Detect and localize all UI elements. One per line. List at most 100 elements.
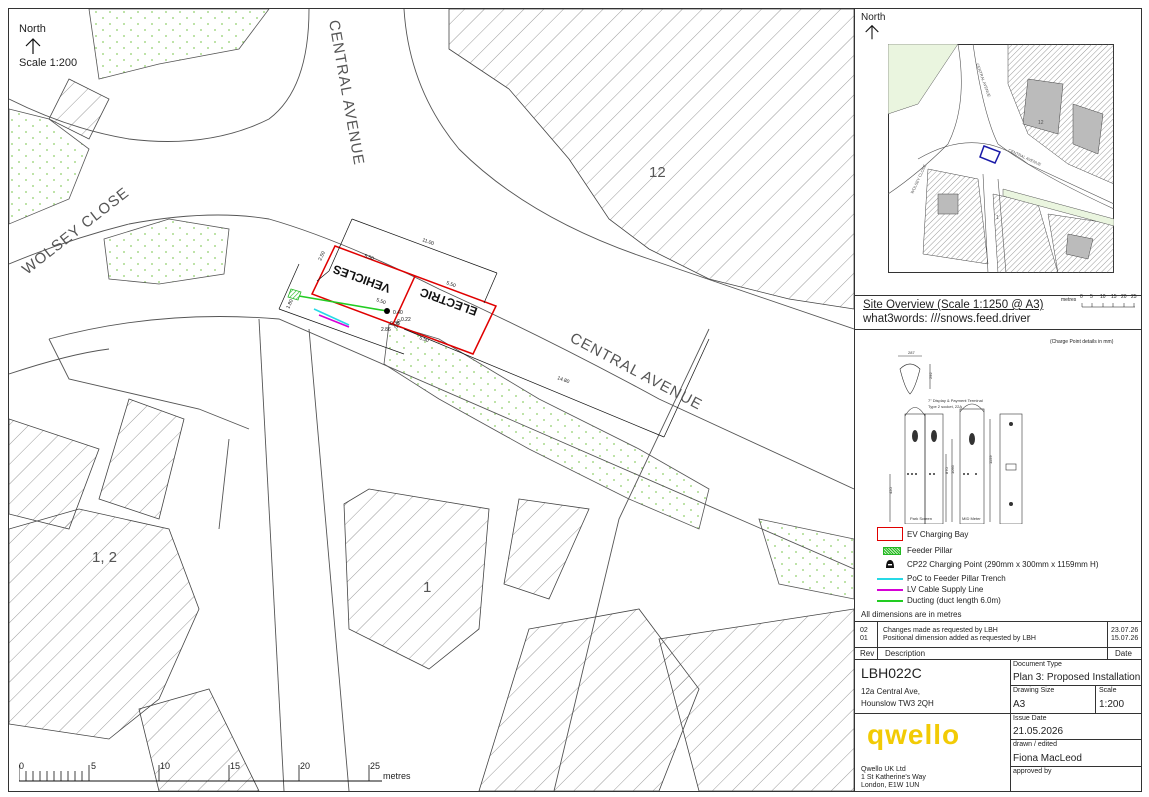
title-panel: North CENTRAL AVENUE CENTRAL AVENUE WOLS… — [854, 9, 1142, 791]
street-central-avenue-vertical: CENTRAL AVENUE — [325, 19, 367, 167]
svg-text:1095: 1095 — [950, 464, 955, 474]
legend-swatch-ducting — [877, 600, 903, 602]
site-address-line1: 12a Central Ave, — [861, 687, 921, 696]
site-plan-drawing: VEHICLES ELECTRIC 11.00 5.50 5.50 5.50 5… — [9, 9, 854, 791]
mini-scale-tick-15: 15 — [1111, 294, 1117, 300]
mini-scale-tick-0: 0 — [1080, 294, 1083, 300]
divider — [855, 621, 1141, 622]
overview-map: CENTRAL AVENUE CENTRAL AVENUE WOLSEY CLO… — [888, 44, 1114, 273]
svg-text:1: 1 — [996, 215, 999, 221]
rev-header-rev: Rev — [860, 649, 875, 658]
svg-text:292: 292 — [928, 372, 933, 379]
rev-header-description: Description — [885, 649, 926, 658]
rev-header-date: Date — [1115, 649, 1132, 658]
mini-scale-unit: metres — [1061, 297, 1077, 303]
site-address-line2: Hounslow TW3 2QH — [861, 699, 934, 708]
divider — [1010, 739, 1142, 740]
overview-north-arrow-icon — [865, 24, 879, 40]
scale-tick-15: 15 — [230, 761, 241, 771]
svg-text:5.50: 5.50 — [375, 297, 386, 306]
scale-label-title: Scale — [1099, 687, 1117, 694]
divider — [1095, 685, 1096, 713]
scale-tick-5: 5 — [91, 761, 97, 771]
legend-label-lv-cable: LV Cable Supply Line — [907, 585, 984, 594]
svg-text:0.35: 0.35 — [390, 321, 400, 327]
legend-label-ducting: Ducting (duct length 6.0m) — [907, 596, 1001, 605]
mini-scale-tick-25: 25 — [1131, 294, 1137, 300]
doc-type-value: Plan 3: Proposed Installation — [1013, 672, 1141, 683]
scale-bar — [19, 765, 382, 782]
street-central-avenue-diagonal: CENTRAL AVENUE — [567, 330, 705, 414]
what3words-label: what3words: ///snows.feed.driver — [863, 313, 1031, 325]
svg-text:0.40: 0.40 — [393, 310, 403, 316]
svg-text:2.86: 2.86 — [381, 327, 391, 333]
svg-text:12: 12 — [649, 164, 666, 181]
rev-number: 01 — [860, 635, 868, 642]
svg-text:287: 287 — [908, 350, 915, 355]
approved-label: approved by — [1013, 768, 1052, 775]
svg-text:14.80: 14.80 — [556, 375, 570, 385]
rev-number: 02 — [860, 627, 868, 634]
company-name: Qwello UK Ltd — [861, 766, 906, 773]
issue-date-value: 21.05.2026 — [1013, 726, 1064, 737]
drawing-size-label: Drawing Size — [1013, 687, 1055, 694]
divider — [1010, 659, 1011, 791]
svg-text:12: 12 — [1038, 120, 1044, 126]
divider — [1107, 621, 1108, 659]
rev-date: 23.07.26 — [1111, 627, 1139, 634]
rev-date: 15.07.26 — [1111, 635, 1139, 642]
legend-swatch-feeder-pillar — [883, 547, 901, 555]
issue-date-label: Issue Date — [1013, 715, 1047, 722]
scale-tick-0: 0 — [19, 761, 25, 771]
charger-detail-drawing: 287 292 870 420 1095 1159 7" Display & P… — [888, 350, 1023, 524]
divider — [855, 713, 1010, 714]
poc-trench-line — [313, 308, 350, 326]
divider — [855, 329, 1141, 330]
mini-scale-tick-20: 20 — [1121, 294, 1127, 300]
drawing-size-value: A3 — [1013, 699, 1026, 710]
drawn-label: drawn / edited — [1013, 741, 1057, 748]
site-reference: LBH022C — [861, 665, 922, 681]
cable-routes — [287, 288, 390, 328]
rev-description: Positional dimension added as requested … — [883, 635, 1036, 642]
divider — [855, 659, 1141, 660]
divider — [855, 647, 1141, 648]
company-address-line1: 1 St Katherine's Way — [861, 774, 926, 781]
rev-description: Changes made as requested by LBH — [883, 627, 998, 634]
divider — [1010, 685, 1142, 686]
mini-scale-tick-10: 10 — [1100, 294, 1106, 300]
drawn-value: Fiona MacLeod — [1013, 753, 1082, 764]
svg-text:0.22: 0.22 — [401, 317, 411, 323]
divider — [1010, 713, 1142, 714]
divider — [855, 295, 1141, 296]
doc-type-label: Document Type — [1013, 661, 1062, 668]
svg-text:MID Meter: MID Meter — [962, 516, 981, 521]
scale-unit: metres — [383, 771, 411, 781]
charging-point-marker — [384, 308, 390, 314]
svg-text:1.80: 1.80 — [285, 298, 295, 310]
scale-tick-10: 10 — [160, 761, 171, 771]
bay-vehicles-label: VEHICLES — [331, 262, 392, 296]
svg-text:2.50: 2.50 — [317, 250, 327, 262]
legend-label-charging-point: CP22 Charging Point (290mm x 300mm x 115… — [907, 560, 1099, 569]
svg-text:1: 1 — [423, 579, 431, 596]
overview-title: Site Overview (Scale 1:1250 @ A3) — [863, 299, 1044, 311]
legend-label-trench: PoC to Feeder Pillar Trench — [907, 574, 1006, 583]
ducting-line — [298, 295, 388, 312]
north-label: North — [19, 23, 46, 35]
svg-text:1, 2: 1, 2 — [92, 549, 117, 566]
north-arrow-icon — [25, 38, 41, 54]
legend-swatch-ev-bay — [877, 527, 903, 541]
divider — [1010, 766, 1142, 767]
legend-swatch-lv-cable — [877, 589, 903, 591]
qwello-logo: qwello — [867, 719, 961, 750]
svg-text:420: 420 — [888, 487, 893, 494]
scale-label: Scale 1:200 — [19, 57, 78, 69]
legend-label-ev-bay: EV Charging Bay — [907, 530, 969, 539]
mini-scale-tick-5: 5 — [1090, 294, 1093, 300]
svg-text:7" Display & Payment Terminal: 7" Display & Payment Terminal — [928, 398, 983, 403]
scale-value: 1:200 — [1099, 699, 1125, 710]
legend-swatch-trench — [877, 578, 903, 580]
company-address-line2: London, E1W 1UN — [861, 782, 920, 789]
scale-tick-25: 25 — [370, 761, 381, 771]
